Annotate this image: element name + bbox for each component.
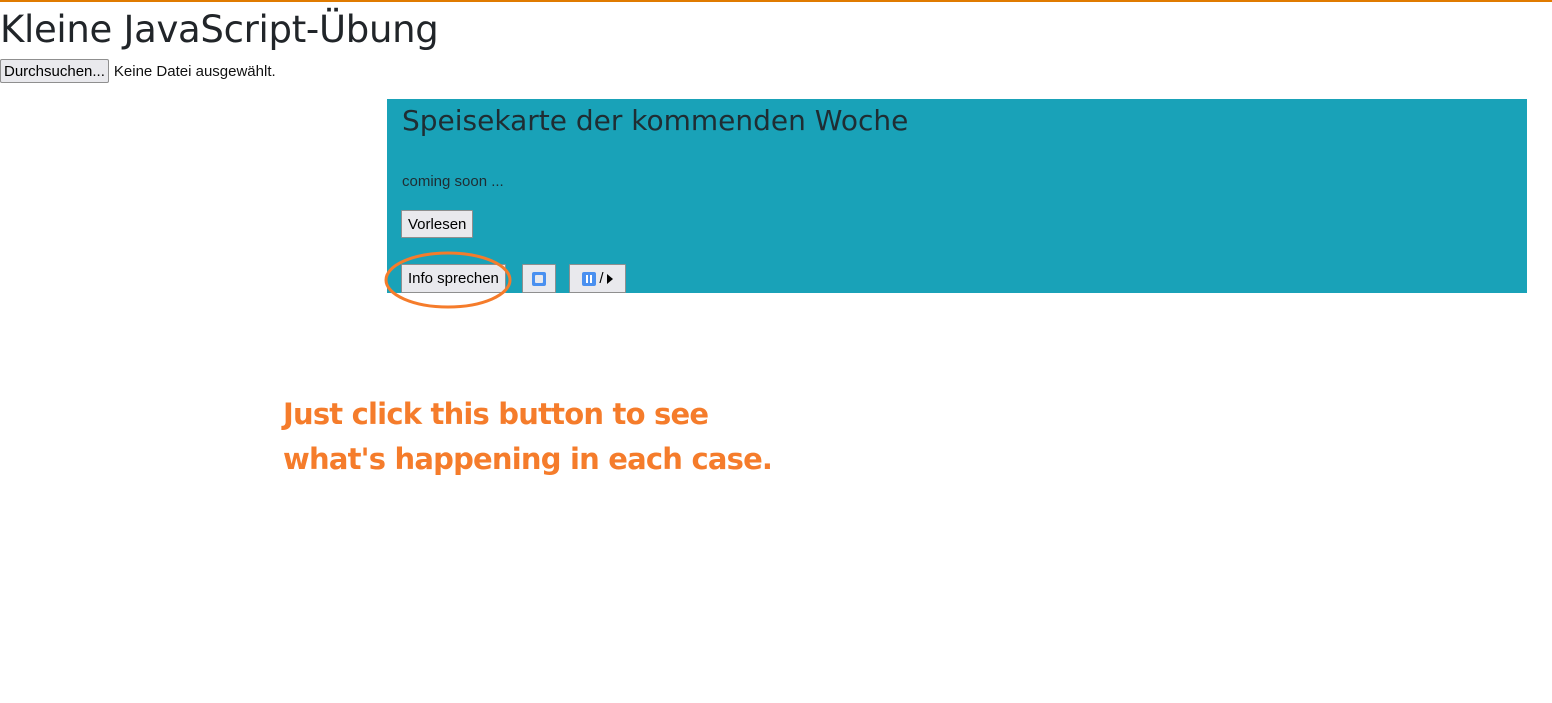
menu-heading: Speisekarte der kommenden Woche	[402, 104, 909, 137]
pause-play-button[interactable]: /	[569, 264, 626, 293]
annotation-line-2: what's happening in each case.	[283, 442, 773, 476]
speak-info-button[interactable]: Info sprechen	[401, 264, 506, 293]
annotation-text: Just click this button to see what's hap…	[283, 392, 843, 482]
file-input: Durchsuchen... Keine Datei ausgewählt.	[0, 59, 276, 83]
annotation-line-1: Just click this button to see	[283, 397, 709, 431]
stop-icon	[532, 271, 546, 286]
pause-play-separator: /	[599, 270, 604, 287]
menu-panel: Speisekarte der kommenden Woche coming s…	[387, 99, 1527, 293]
menu-coming-soon-text: coming soon ...	[402, 173, 504, 190]
pause-icon	[582, 271, 597, 286]
file-browse-button[interactable]: Durchsuchen...	[0, 59, 109, 83]
stop-button[interactable]	[522, 264, 556, 293]
file-status-text: Keine Datei ausgewählt.	[113, 62, 276, 80]
page-title: Kleine JavaScript-Übung	[0, 8, 439, 51]
read-aloud-button[interactable]: Vorlesen	[401, 210, 474, 238]
top-border	[0, 0, 1552, 2]
play-icon	[606, 273, 613, 284]
